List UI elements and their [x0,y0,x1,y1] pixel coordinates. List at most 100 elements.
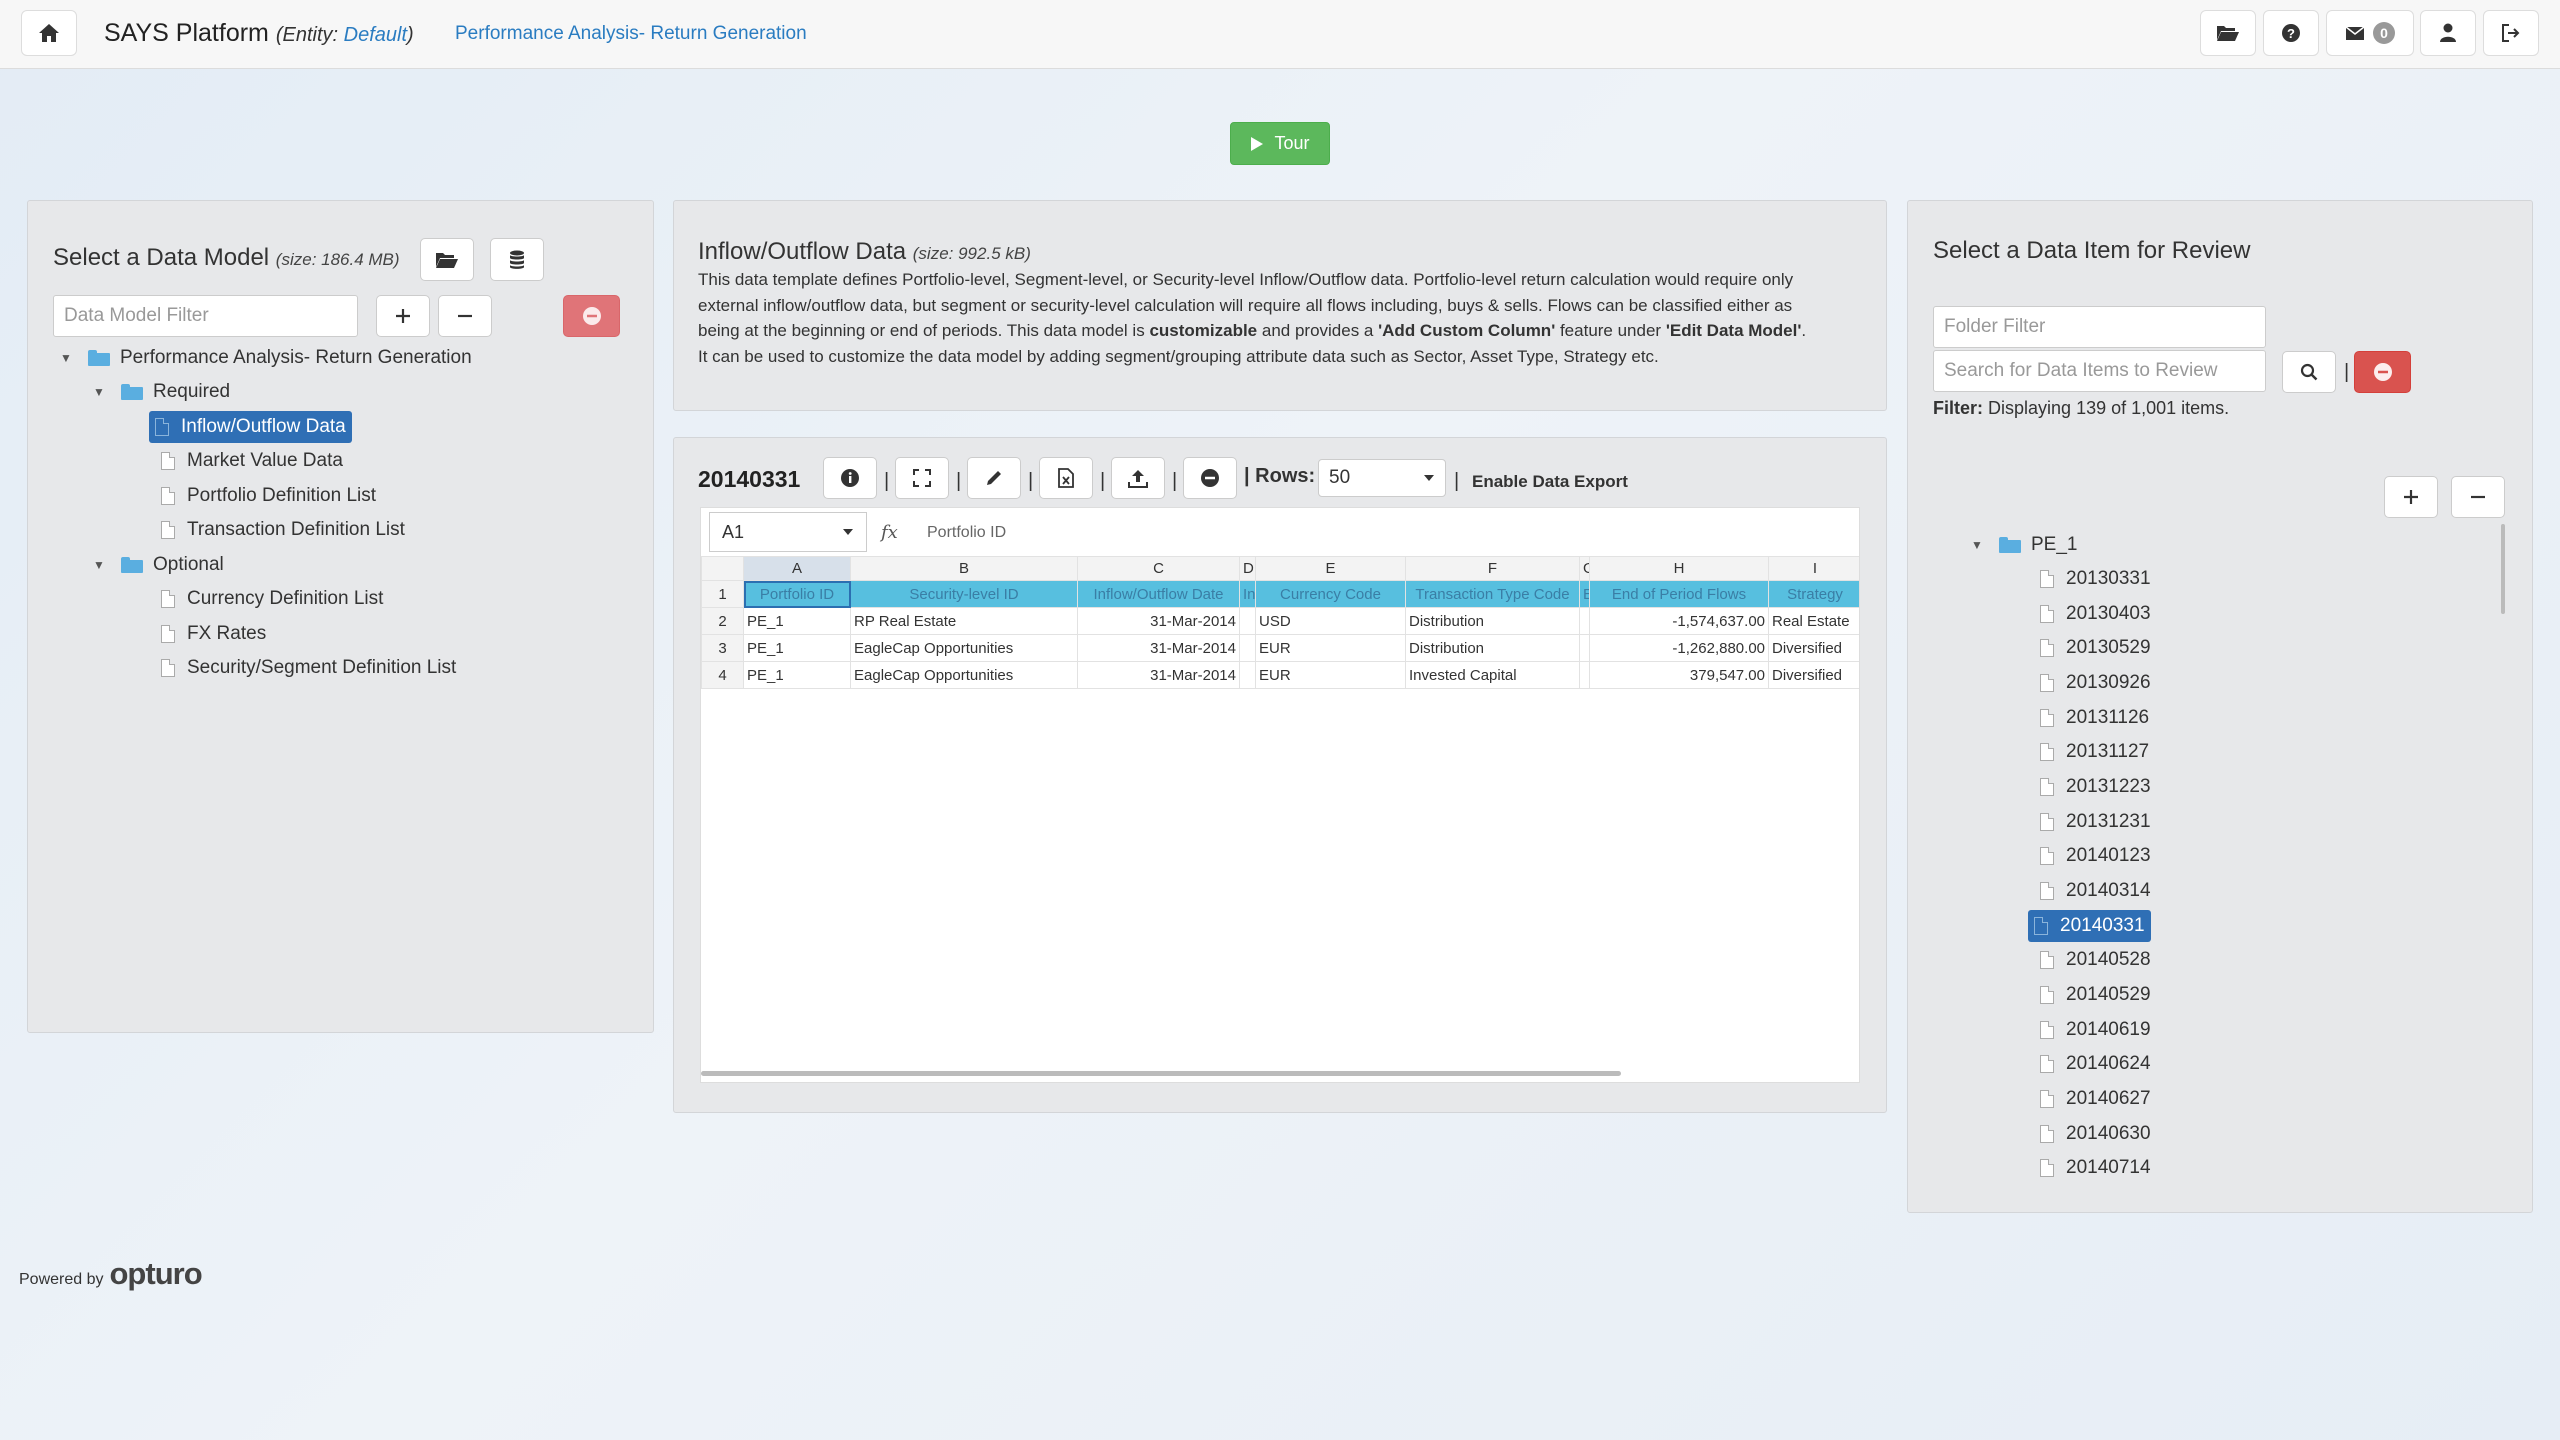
header-cell[interactable]: Inflow/Outflow Date [1077,580,1240,608]
tree-item-fx-rates[interactable]: FX Rates [161,618,266,650]
row-number[interactable]: 3 [701,634,744,662]
tree-item-date[interactable]: 20140619 [2040,1014,2151,1046]
cell[interactable] [1579,607,1590,635]
remove-button[interactable] [1183,457,1237,499]
cell[interactable]: Distribution [1405,634,1580,662]
cell[interactable]: PE_1 [743,661,851,689]
cell[interactable]: -1,262,880.00 [1589,634,1769,662]
caret-down-icon[interactable]: ▼ [93,385,107,399]
edit-button[interactable] [967,457,1021,499]
row-number[interactable]: 1 [701,580,744,608]
row-number[interactable]: 2 [701,607,744,635]
clear-search-button[interactable] [2354,351,2411,393]
column-header[interactable]: E [1255,556,1406,581]
tree-item-date[interactable]: 20131126 [2040,702,2149,734]
expand-items-button[interactable] [2384,476,2438,518]
caret-down-icon[interactable]: ▼ [93,558,107,572]
tree-item-portfolio-definition-list[interactable]: Portfolio Definition List [161,480,376,512]
clear-filter-button[interactable] [563,295,620,337]
header-cell[interactable]: Portfolio ID [743,580,851,608]
spreadsheet[interactable]: A1 fx Portfolio ID A B C D E F G H I 1 P… [700,507,1860,1083]
collapse-all-button[interactable] [438,295,492,337]
tree-item-date[interactable]: 20140529 [2040,979,2151,1011]
header-cell[interactable]: Security-level ID [850,580,1078,608]
column-header[interactable]: G [1579,556,1590,581]
open-folder-button[interactable] [2200,10,2256,56]
header-cell[interactable]: Strategy [1768,580,1859,608]
caret-down-icon[interactable]: ▼ [60,351,74,365]
column-header[interactable]: F [1405,556,1580,581]
opturo-logo[interactable]: opturo [110,1256,203,1292]
data-item-search-input[interactable] [1933,350,2266,392]
cell[interactable]: Diversified [1768,661,1859,689]
header-cell[interactable]: In [1239,580,1256,608]
cell[interactable] [1239,661,1256,689]
tree-item-date[interactable]: 20130331 [2040,563,2151,595]
cell[interactable]: EagleCap Opportunities [850,661,1078,689]
tree-item-date[interactable]: 20140314 [2040,875,2151,907]
enable-data-export-toggle[interactable]: Enable Data Export [1472,472,1628,492]
fullscreen-button[interactable] [895,457,949,499]
tree-item-date[interactable]: 20140714 [2040,1152,2151,1184]
column-header[interactable]: C [1077,556,1240,581]
column-header[interactable]: D [1239,556,1256,581]
export-excel-button[interactable] [1039,457,1093,499]
cell[interactable]: EagleCap Opportunities [850,634,1078,662]
header-cell[interactable]: Currency Code [1255,580,1406,608]
cell[interactable]: PE_1 [743,607,851,635]
collapse-items-button[interactable] [2451,476,2505,518]
info-button[interactable] [823,457,877,499]
cell[interactable]: RP Real Estate [850,607,1078,635]
data-model-filter-input[interactable] [53,295,358,337]
tree-item-transaction-definition-list[interactable]: Transaction Definition List [161,514,405,546]
logout-button[interactable] [2483,10,2539,56]
column-header[interactable]: I [1768,556,1859,581]
cell[interactable]: 31-Mar-2014 [1077,607,1240,635]
horizontal-scrollbar[interactable] [701,1071,1621,1076]
formula-bar[interactable]: Portfolio ID [927,524,1006,542]
folder-filter-input[interactable] [1933,306,2266,348]
tree-folder-required[interactable]: ▼ Required [93,376,230,408]
cell[interactable]: Diversified [1768,634,1859,662]
cell[interactable] [1579,634,1590,662]
tour-button[interactable]: Tour [1230,122,1330,165]
tree-item-inflow-outflow-data[interactable]: Inflow/Outflow Data [149,411,352,443]
cell[interactable]: EUR [1255,634,1406,662]
database-button[interactable] [490,238,544,281]
tree-root-performance-analysis[interactable]: ▼ Performance Analysis- Return Generatio… [60,342,472,374]
cell[interactable]: Distribution [1405,607,1580,635]
tree-item-date[interactable]: 20140627 [2040,1083,2151,1115]
user-button[interactable] [2420,10,2476,56]
home-button[interactable] [21,10,77,56]
cell[interactable]: Real Estate [1768,607,1859,635]
cell[interactable] [1579,661,1590,689]
cell[interactable]: Invested Capital [1405,661,1580,689]
tree-item-currency-definition-list[interactable]: Currency Definition List [161,583,383,615]
tree-item-date[interactable]: 20140624 [2040,1048,2151,1080]
help-button[interactable]: ? [2263,10,2319,56]
vertical-scrollbar[interactable] [2501,524,2505,614]
cell[interactable]: 31-Mar-2014 [1077,661,1240,689]
cell-reference-select[interactable]: A1 [709,512,867,552]
upload-button[interactable] [1111,457,1165,499]
tree-item-date[interactable]: 20130403 [2040,598,2151,630]
cell[interactable]: EUR [1255,661,1406,689]
column-header[interactable]: H [1589,556,1769,581]
tree-item-date[interactable]: 20140528 [2040,944,2151,976]
cell[interactable] [1239,634,1256,662]
cell[interactable]: USD [1255,607,1406,635]
entity-name[interactable]: Default [344,24,407,46]
tree-folder-optional[interactable]: ▼ Optional [93,549,224,581]
expand-all-button[interactable] [376,295,430,337]
tree-item-market-value-data[interactable]: Market Value Data [161,445,343,477]
row-number[interactable]: 4 [701,661,744,689]
cell[interactable]: -1,574,637.00 [1589,607,1769,635]
tree-root-pe-1[interactable]: ▼ PE_1 [1971,529,2077,561]
rows-select[interactable]: 50 [1318,459,1446,497]
tree-item-date[interactable]: 20140630 [2040,1118,2151,1150]
column-header[interactable]: A [743,556,851,581]
tree-item-date[interactable]: 20131223 [2040,771,2151,803]
cell[interactable] [1239,607,1256,635]
breadcrumb-link[interactable]: Performance Analysis- Return Generation [455,23,807,45]
tree-item-date[interactable]: 20140123 [2040,840,2151,872]
